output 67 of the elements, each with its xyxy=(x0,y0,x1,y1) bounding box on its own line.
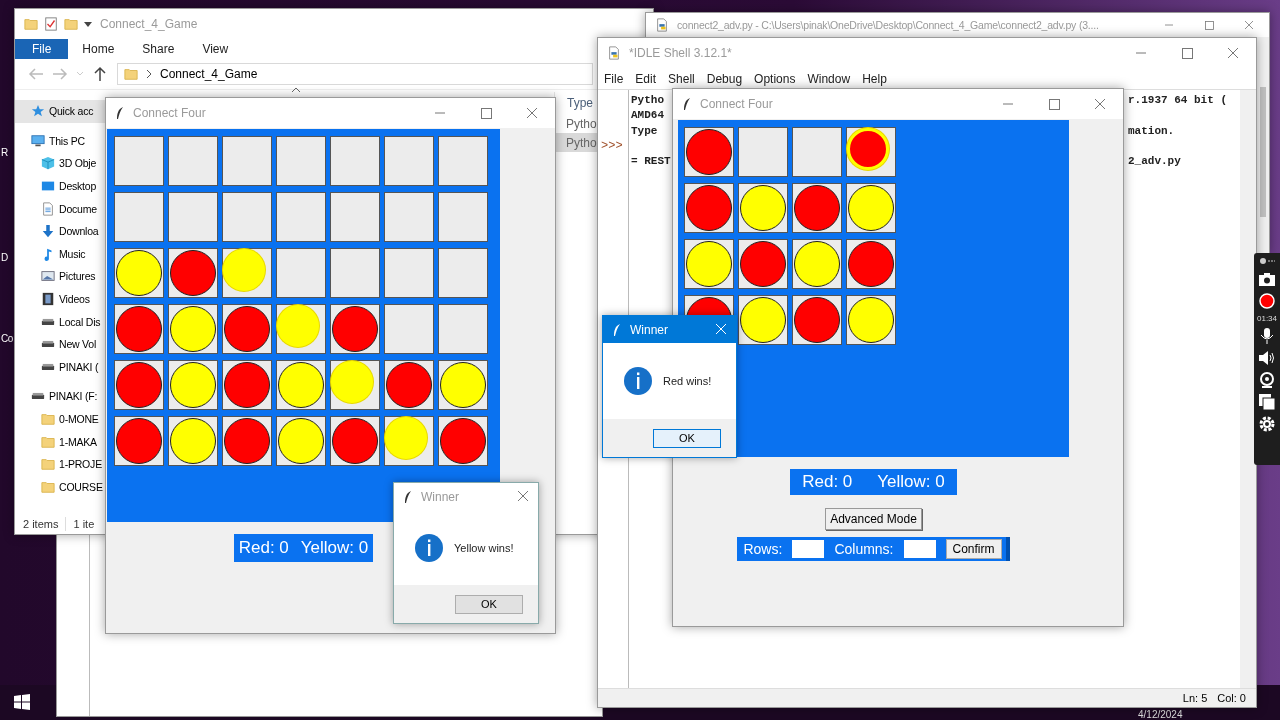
desktop-icon-label[interactable]: Co xyxy=(1,333,13,344)
shell-text: = REST xyxy=(631,155,671,168)
status-text: Ln: 5 xyxy=(1182,692,1208,704)
window-title: connect2_adv.py - C:\Users\pinak\OneDrive\Desktop\Connect_4_Game\connect2_adv.py (3.... xyxy=(677,19,1100,31)
shell-prompt: >>> xyxy=(601,138,623,153)
ribbon-tab[interactable]: View xyxy=(188,39,243,59)
shell-text: mation. xyxy=(1128,124,1175,137)
menu-item[interactable]: Options xyxy=(754,71,796,86)
menu-item[interactable]: Shell xyxy=(668,71,695,86)
status-text: Col: 0 xyxy=(1217,692,1246,704)
window-title: Connect Four xyxy=(133,106,207,120)
address-bar[interactable]: Connect_4_Game xyxy=(117,63,593,85)
window-title: Connect_4_Game xyxy=(100,17,199,31)
score-label: Yellow: 0 xyxy=(877,472,945,492)
ok-button[interactable]: OK xyxy=(653,428,721,448)
nav-item[interactable]: 3D Obje xyxy=(15,152,106,175)
advanced-mode-button[interactable]: Advanced Mode xyxy=(825,508,922,530)
nav-item[interactable]: PINAKI ( xyxy=(15,355,106,379)
file-row[interactable]: Pytho xyxy=(554,133,598,152)
dialog-message: Yellow wins! xyxy=(454,541,514,554)
confirm-button[interactable]: Confirm xyxy=(945,539,1002,559)
ribbon-tab[interactable]: File xyxy=(15,39,69,59)
nav-item[interactable]: 1-PROJE xyxy=(15,452,106,476)
menu-item[interactable]: Debug xyxy=(706,71,743,86)
shell-text: Type xyxy=(631,124,658,137)
shell-text: AMD64 xyxy=(631,109,664,122)
nav-item[interactable]: Music xyxy=(15,242,106,266)
nav-item[interactable]: Downloa xyxy=(15,219,106,243)
status-text: 2 items xyxy=(23,518,59,530)
taskbar-date[interactable]: 4/12/2024 xyxy=(1138,709,1183,720)
score-label: Red: 0 xyxy=(238,538,289,558)
nav-item[interactable]: 0-MONE xyxy=(15,407,106,431)
shell-text: Pytho xyxy=(631,94,664,106)
nav-item[interactable]: PINAKI (F: xyxy=(15,385,106,408)
menu-item[interactable]: Window xyxy=(807,71,851,86)
score-label: Red: 0 xyxy=(802,472,853,492)
nav-item[interactable]: Docume xyxy=(15,197,106,220)
menu-item[interactable]: Help xyxy=(862,71,887,86)
nav-item[interactable]: Desktop xyxy=(15,174,106,198)
columns-label: Columns: xyxy=(834,541,894,557)
menu-item[interactable]: File xyxy=(604,71,624,86)
rows-label: Rows: xyxy=(743,541,783,557)
ribbon-tab[interactable]: Home xyxy=(68,39,129,59)
nav-item[interactable]: Pictures xyxy=(15,265,106,288)
menu-item[interactable]: Edit xyxy=(635,71,657,86)
score-label: Yellow: 0 xyxy=(300,538,369,558)
shell-text: 2_adv.py xyxy=(1128,155,1181,168)
nav-item[interactable]: This PC xyxy=(15,129,106,153)
dialog-title: Winner xyxy=(630,322,669,337)
window-title: Connect Four xyxy=(700,97,774,111)
desktop-icon-label[interactable]: D xyxy=(1,252,8,263)
file-row[interactable]: Pytho xyxy=(554,114,598,133)
nav-item[interactable]: Videos xyxy=(15,287,106,311)
dialog-title: Winner xyxy=(421,489,460,504)
nav-item[interactable]: Local Dis xyxy=(15,310,106,333)
ribbon-tab[interactable]: Share xyxy=(128,39,189,59)
nav-item[interactable]: Quick acc xyxy=(15,100,106,123)
desktop-icon-label[interactable]: R xyxy=(1,147,8,158)
window-title: *IDLE Shell 3.12.1* xyxy=(629,46,733,60)
ok-button[interactable]: OK xyxy=(455,594,523,614)
nav-item[interactable]: COURSE xyxy=(15,475,106,499)
recording-timer: 01:34 xyxy=(1257,314,1277,323)
nav-item[interactable]: 1-MAKA xyxy=(15,430,106,453)
nav-item[interactable]: New Vol xyxy=(15,332,106,356)
shell-text: r.1937 64 bit ( xyxy=(1128,94,1228,106)
status-text: 1 ite xyxy=(73,518,95,530)
dialog-message: Red wins! xyxy=(663,375,712,387)
